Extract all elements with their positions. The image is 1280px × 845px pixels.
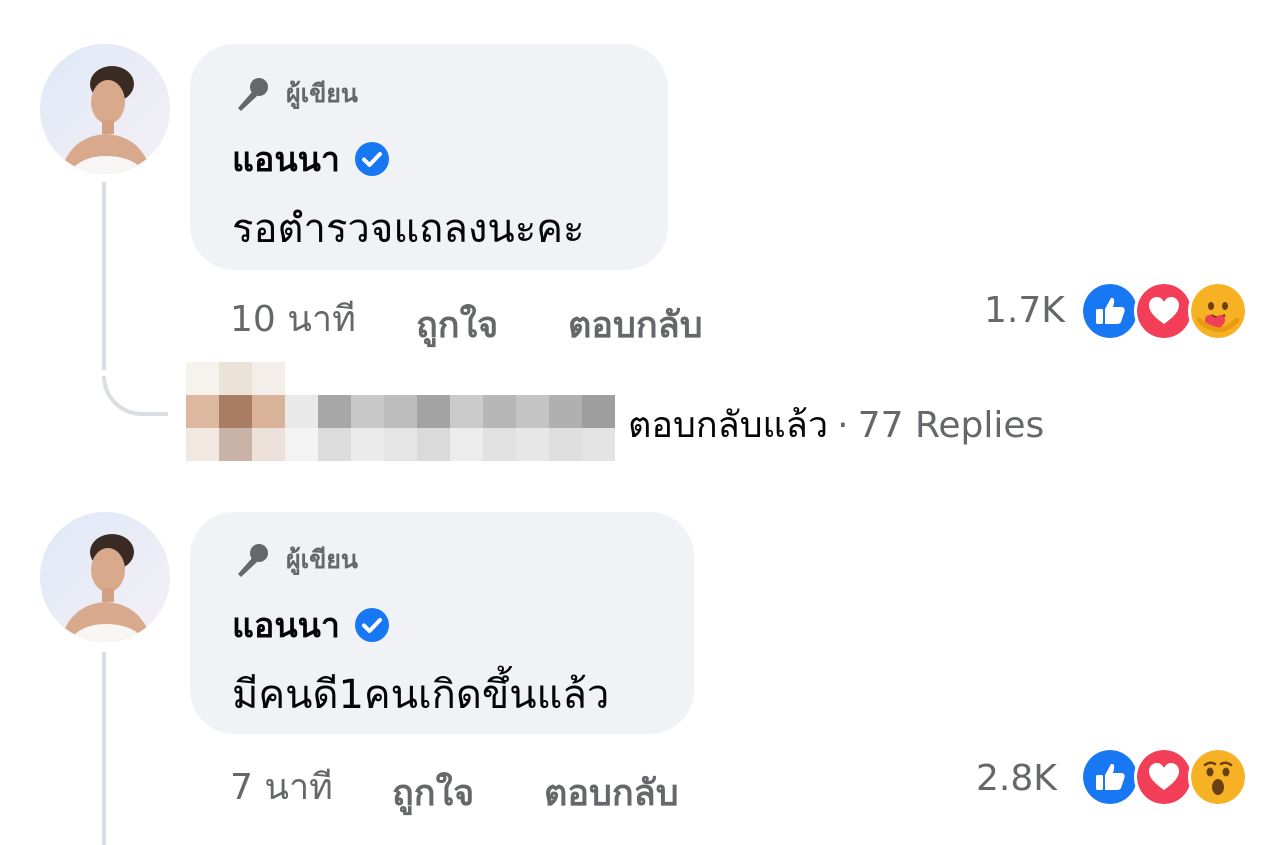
microphone-icon: [238, 78, 268, 111]
comment-timestamp[interactable]: 7 นาที: [230, 758, 333, 815]
author-name[interactable]: แอนนา: [232, 598, 340, 652]
care-icon: [1188, 281, 1248, 341]
author-name-row: แอนนา: [232, 598, 390, 652]
author-badge: ผู้เขียน: [232, 74, 358, 114]
reaction-count[interactable]: 2.8K: [976, 758, 1057, 799]
like-icon: [1080, 281, 1140, 341]
thread-line: [102, 182, 106, 370]
thread-connector: [102, 376, 168, 416]
comment-bubble[interactable]: ผู้เขียน แอนนา มีคนดี1คนเกิดขึ้นแล้ว: [190, 512, 694, 734]
author-badge-label: ผู้เขียน: [286, 79, 359, 108]
replies-count: 77 Replies: [857, 405, 1045, 446]
like-button[interactable]: ถูกใจ: [416, 296, 498, 353]
reaction-count[interactable]: 1.7K: [984, 290, 1065, 331]
love-icon: [1134, 281, 1194, 341]
replied-label: ตอบกลับแล้ว: [628, 405, 829, 446]
reactions-summary[interactable]: [1080, 747, 1248, 807]
reactions-summary[interactable]: [1080, 281, 1248, 341]
author-badge: ผู้เขียน: [232, 540, 358, 580]
wow-icon: [1188, 747, 1248, 807]
author-name[interactable]: แอนนา: [232, 132, 340, 186]
comment-timestamp[interactable]: 10 นาที: [230, 290, 356, 347]
verified-icon: [354, 608, 389, 642]
love-icon: [1134, 747, 1194, 807]
verified-icon: [354, 142, 389, 176]
comment-bubble[interactable]: ผู้เขียน แอนนา รอตำรวจแถลงนะคะ: [190, 44, 668, 270]
replies-separator: ·: [837, 405, 849, 446]
reply-button[interactable]: ตอบกลับ: [544, 764, 679, 821]
view-replies-link[interactable]: ตอบกลับแล้ว · 77 Replies: [628, 396, 1044, 453]
microphone-icon: [238, 544, 268, 577]
thread-line: [102, 652, 106, 845]
author-avatar[interactable]: [40, 44, 170, 174]
author-badge-label: ผู้เขียน: [286, 545, 359, 574]
author-name-row: แอนนา: [232, 132, 390, 186]
replier-avatars-blurred[interactable]: [186, 362, 615, 461]
like-button[interactable]: ถูกใจ: [392, 764, 474, 821]
like-icon: [1080, 747, 1140, 807]
author-avatar[interactable]: [40, 512, 170, 642]
comment-text: มีคนดี1คนเกิดขึ้นแล้ว: [232, 672, 610, 718]
comment-text: รอตำรวจแถลงนะคะ: [232, 206, 585, 252]
reply-button[interactable]: ตอบกลับ: [568, 296, 703, 353]
